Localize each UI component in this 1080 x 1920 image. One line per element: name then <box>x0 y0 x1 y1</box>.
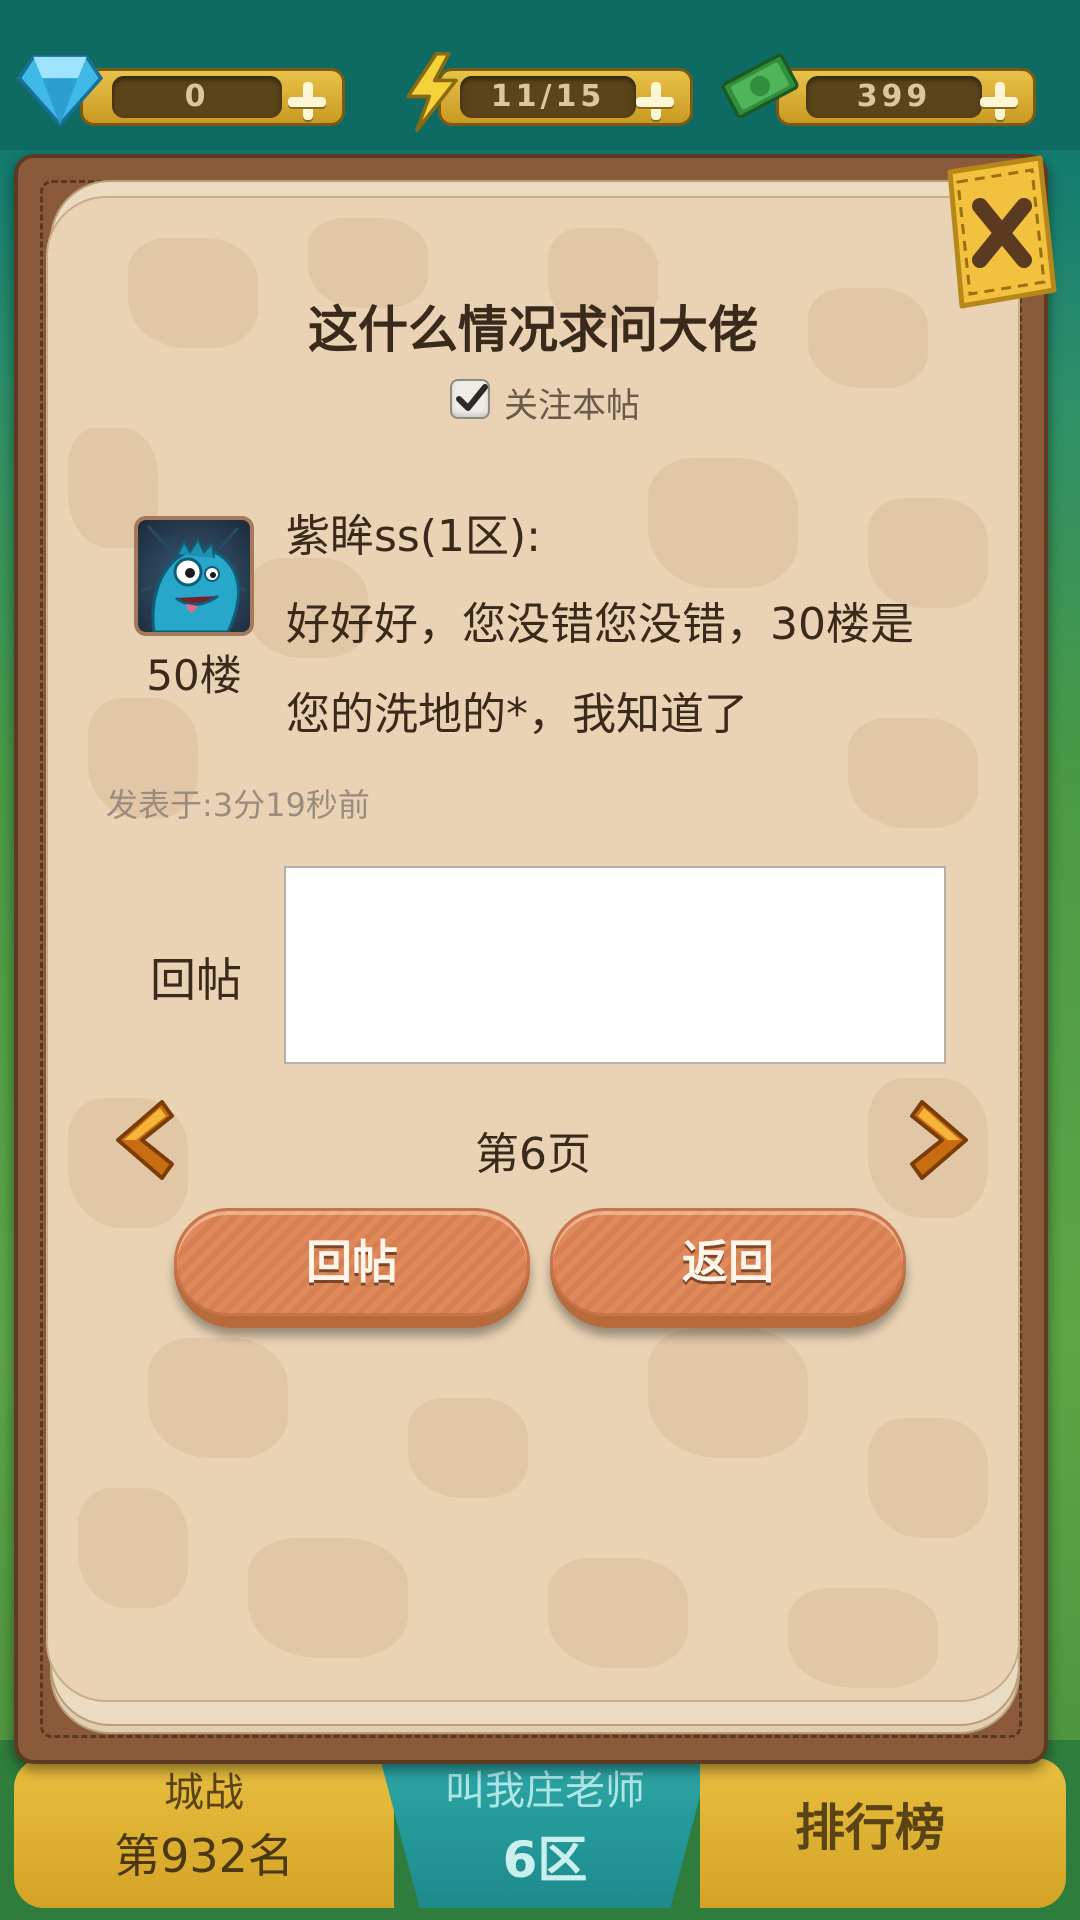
cash-value: 399 <box>806 76 982 118</box>
lightning-icon <box>406 52 458 132</box>
reply-input[interactable] <box>284 866 946 1064</box>
gems-value: 0 <box>112 76 282 118</box>
post-author: 紫眸ss(1区): <box>286 511 541 562</box>
follow-label: 关注本帖 <box>504 385 640 426</box>
leaderboard-tab[interactable]: 排行榜 <box>700 1758 1066 1908</box>
energy-counter: 11/15 <box>388 52 693 132</box>
dialog-title: 这什么情况求问大佬 <box>308 301 758 359</box>
page-indicator: 第6页 <box>475 1129 591 1180</box>
city-war-tab[interactable]: 城战 第932名 <box>14 1758 394 1908</box>
close-icon <box>947 155 1057 309</box>
gems-counter: 0 <box>10 55 345 132</box>
bottom-nav-bar: 城战 第932名 叫我庄老师 6区 排行榜 <box>0 1740 1080 1920</box>
post-timestamp: 发表于:3分19秒前 <box>106 786 370 824</box>
add-gems-button[interactable] <box>284 78 330 124</box>
floor-number: 50楼 <box>146 651 242 700</box>
post-body: 好好好，您没错您没错，30楼是 您的洗地的*，我知道了 <box>286 580 986 760</box>
player-zone: 6区 <box>502 1831 588 1889</box>
back-button-label: 返回 <box>550 1208 906 1316</box>
follow-post-toggle[interactable]: 关注本帖 <box>450 374 640 426</box>
player-name: 叫我庄老师 <box>445 1768 645 1814</box>
avatar[interactable] <box>134 516 254 636</box>
resource-bar: 0 11/15 399 <box>0 0 1080 150</box>
back-button[interactable]: 返回 <box>550 1208 906 1328</box>
chevron-right-icon <box>910 1100 968 1180</box>
reply-button-label: 回帖 <box>174 1208 530 1316</box>
diamond-icon <box>16 55 104 128</box>
monster-avatar-icon <box>141 524 247 632</box>
cash-icon <box>721 53 799 119</box>
energy-value: 11/15 <box>460 76 636 118</box>
reply-label: 回帖 <box>150 953 242 1007</box>
city-war-label: 城战 <box>164 1770 244 1816</box>
city-war-rank: 第932名 <box>114 1829 294 1883</box>
add-energy-button[interactable] <box>632 78 678 124</box>
next-page-button[interactable] <box>904 1094 980 1184</box>
follow-checkbox[interactable] <box>450 379 490 419</box>
leaderboard-label: 排行榜 <box>795 1799 945 1857</box>
player-zone-tab[interactable]: 叫我庄老师 6区 <box>380 1758 710 1908</box>
reply-button[interactable]: 回帖 <box>174 1208 530 1328</box>
add-cash-button[interactable] <box>976 78 1022 124</box>
post-body-line-2: 您的洗地的*，我知道了 <box>286 689 748 740</box>
cash-counter: 399 <box>710 53 1036 132</box>
checkmark-icon <box>456 384 488 411</box>
post-body-line-1: 好好好，您没错您没错，30楼是 <box>286 599 914 650</box>
